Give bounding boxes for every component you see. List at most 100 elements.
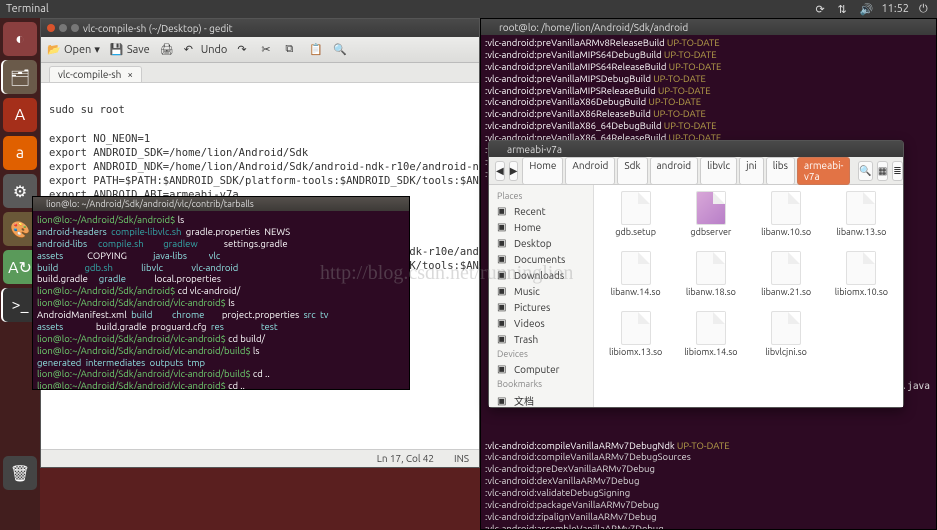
gedit-statusbar: Ln 17, Col 42 INS bbox=[41, 449, 479, 467]
breadcrumb-segment[interactable]: Android bbox=[565, 157, 615, 185]
file-item[interactable]: gdb.setup bbox=[600, 191, 671, 247]
undo-label: Undo bbox=[201, 44, 228, 56]
file-label: libiomx.10.so bbox=[835, 287, 888, 297]
paste-button[interactable]: 📋 bbox=[309, 43, 323, 57]
launcher-software-center[interactable]: A bbox=[3, 98, 37, 132]
undo-button[interactable]: ↶Undo bbox=[184, 43, 228, 57]
sidebar-header: Devices bbox=[489, 347, 593, 361]
sidebar-item[interactable]: ▣Documents bbox=[489, 251, 593, 267]
nautilus-sidebar: Places▣Recent▣Home▣Desktop▣Documents▣Dow… bbox=[489, 185, 594, 407]
file-label: gdbserver bbox=[690, 227, 731, 237]
file-item[interactable]: libanw.18.so bbox=[675, 251, 746, 307]
file-item[interactable]: libanw.14.so bbox=[600, 251, 671, 307]
file-label: libiomx.13.so bbox=[609, 347, 662, 357]
terminal-root-titlebar[interactable]: root@lo: /home/lion/Android/Sdk/android bbox=[481, 19, 936, 35]
maximize-icon[interactable] bbox=[71, 24, 79, 32]
open-icon: 📂 bbox=[47, 43, 61, 57]
file-item[interactable]: libiomx.10.so bbox=[826, 251, 897, 307]
folder-icon: ▣ bbox=[497, 333, 509, 345]
folder-icon: ▣ bbox=[497, 317, 509, 329]
folder-icon: ▣ bbox=[497, 395, 509, 407]
gedit-titlebar[interactable]: vlc-compile-sh (~/Desktop) - gedit bbox=[41, 19, 479, 37]
terminal-user-title: lion@lo: ~/Android/Sdk/android/vlc/contr… bbox=[46, 199, 254, 209]
updates-indicator-icon[interactable]: ⟳ bbox=[815, 3, 827, 15]
print-button[interactable]: 🖨 bbox=[160, 43, 174, 57]
breadcrumb-segment[interactable]: armeabi-v7a bbox=[797, 157, 850, 185]
tab-close-icon[interactable]: × bbox=[127, 69, 133, 80]
gedit-insert-mode: INS bbox=[454, 453, 469, 464]
save-button[interactable]: 💾Save bbox=[110, 43, 150, 57]
sidebar-item[interactable]: ▣Desktop bbox=[489, 235, 593, 251]
search-button[interactable]: 🔍 bbox=[333, 43, 347, 57]
search-icon: 🔍 bbox=[333, 43, 347, 57]
sidebar-header: Places bbox=[489, 189, 593, 203]
sidebar-item-label: Home bbox=[514, 222, 541, 233]
breadcrumb-segment[interactable]: libvlc bbox=[700, 157, 737, 185]
file-item[interactable]: libanw.10.so bbox=[751, 191, 822, 247]
sidebar-item[interactable]: ▣Trash bbox=[489, 331, 593, 347]
sidebar-item-label: Videos bbox=[514, 318, 545, 329]
breadcrumb-segment[interactable]: Home bbox=[522, 157, 563, 185]
sidebar-item[interactable]: ▣Computer bbox=[489, 361, 593, 377]
gedit-toolbar: 📂Open▾ 💾Save 🖨 ↶Undo ↷ ✂ ⧉ 📋 🔍 bbox=[41, 37, 479, 63]
file-icon bbox=[621, 311, 651, 345]
breadcrumb-segment[interactable]: jni bbox=[739, 157, 764, 185]
terminal-user-body[interactable]: lion@lo:~/Android/Sdk/android$ lsandroid… bbox=[33, 211, 409, 389]
gedit-title: vlc-compile-sh (~/Desktop) - gedit bbox=[83, 23, 233, 34]
sidebar-item[interactable]: ▣Downloads bbox=[489, 267, 593, 283]
launcher-trash[interactable]: 🗑 bbox=[3, 456, 37, 490]
file-label: libiomx.14.so bbox=[684, 347, 737, 357]
launcher-dash[interactable]: ◐ bbox=[3, 22, 37, 56]
breadcrumb-segment[interactable]: libs bbox=[766, 157, 795, 185]
file-item[interactable]: libvlcjni.so bbox=[751, 311, 822, 367]
file-icon bbox=[771, 191, 801, 225]
sidebar-item[interactable]: ▣Home bbox=[489, 219, 593, 235]
launcher-files[interactable]: 🗂 bbox=[3, 60, 37, 94]
redo-icon: ↷ bbox=[237, 43, 251, 57]
launcher-amazon[interactable]: a bbox=[3, 136, 37, 170]
gedit-tab-active[interactable]: vlc-compile-sh× bbox=[49, 66, 142, 82]
undo-icon: ↶ bbox=[184, 43, 198, 57]
file-item[interactable]: libanw.21.so bbox=[751, 251, 822, 307]
folder-icon: ▣ bbox=[497, 285, 509, 297]
clock[interactable]: 11:52 bbox=[881, 3, 909, 15]
view-list-button[interactable]: ≣ bbox=[892, 161, 902, 181]
file-item[interactable]: libiomx.14.so bbox=[675, 311, 746, 367]
power-indicator-icon[interactable]: ⏻ bbox=[919, 3, 931, 15]
nautilus-titlebar[interactable]: armeabi-v7a bbox=[489, 141, 903, 157]
sidebar-item[interactable]: ▣Recent bbox=[489, 203, 593, 219]
file-item[interactable]: libanw.13.so bbox=[826, 191, 897, 247]
save-label: Save bbox=[127, 44, 150, 56]
terminal-window-user[interactable]: lion@lo: ~/Android/Sdk/android/vlc/contr… bbox=[32, 196, 410, 390]
terminal-user-titlebar[interactable]: lion@lo: ~/Android/Sdk/android/vlc/contr… bbox=[33, 197, 409, 211]
paste-icon: 📋 bbox=[309, 43, 323, 57]
sidebar-item[interactable]: ▣Pictures bbox=[489, 299, 593, 315]
copy-button[interactable]: ⧉ bbox=[285, 43, 299, 57]
sidebar-item-label: Recent bbox=[514, 206, 546, 217]
cut-button[interactable]: ✂ bbox=[261, 43, 275, 57]
folder-icon: ▣ bbox=[497, 301, 509, 313]
close-icon[interactable] bbox=[47, 24, 55, 32]
view-grid-button[interactable]: ▦ bbox=[877, 161, 888, 181]
sidebar-item[interactable]: ▣ Videos bbox=[489, 315, 593, 331]
breadcrumb-segment[interactable]: android bbox=[650, 157, 699, 185]
sidebar-item-label: Computer bbox=[514, 364, 559, 375]
sidebar-header: Bookmarks bbox=[489, 377, 593, 391]
forward-button[interactable]: ▶ bbox=[509, 161, 519, 181]
nautilus-content[interactable]: gdb.setup gdbserver libanw.10.solibanw.13.… bbox=[594, 185, 903, 407]
minimize-icon[interactable] bbox=[59, 24, 67, 32]
nautilus-window[interactable]: armeabi-v7a ◀ ▶ HomeAndroidSdkandroidlib… bbox=[488, 140, 904, 408]
sidebar-item-label: Music bbox=[514, 286, 540, 297]
executable-icon bbox=[696, 191, 726, 225]
sidebar-item[interactable]: ▣ Music bbox=[489, 283, 593, 299]
breadcrumb-segment[interactable]: Sdk bbox=[617, 157, 647, 185]
network-indicator-icon[interactable]: ⇅ bbox=[837, 3, 849, 15]
sound-indicator-icon[interactable]: 🔊 bbox=[859, 3, 871, 15]
file-item[interactable]: libiomx.13.so bbox=[600, 311, 671, 367]
open-button[interactable]: 📂Open▾ bbox=[47, 43, 100, 57]
file-item[interactable]: gdbserver bbox=[675, 191, 746, 247]
sidebar-item[interactable]: ▣文档 bbox=[489, 391, 593, 407]
redo-button[interactable]: ↷ bbox=[237, 43, 251, 57]
back-button[interactable]: ◀ bbox=[495, 161, 505, 181]
search-button[interactable]: 🔍 bbox=[858, 161, 872, 181]
